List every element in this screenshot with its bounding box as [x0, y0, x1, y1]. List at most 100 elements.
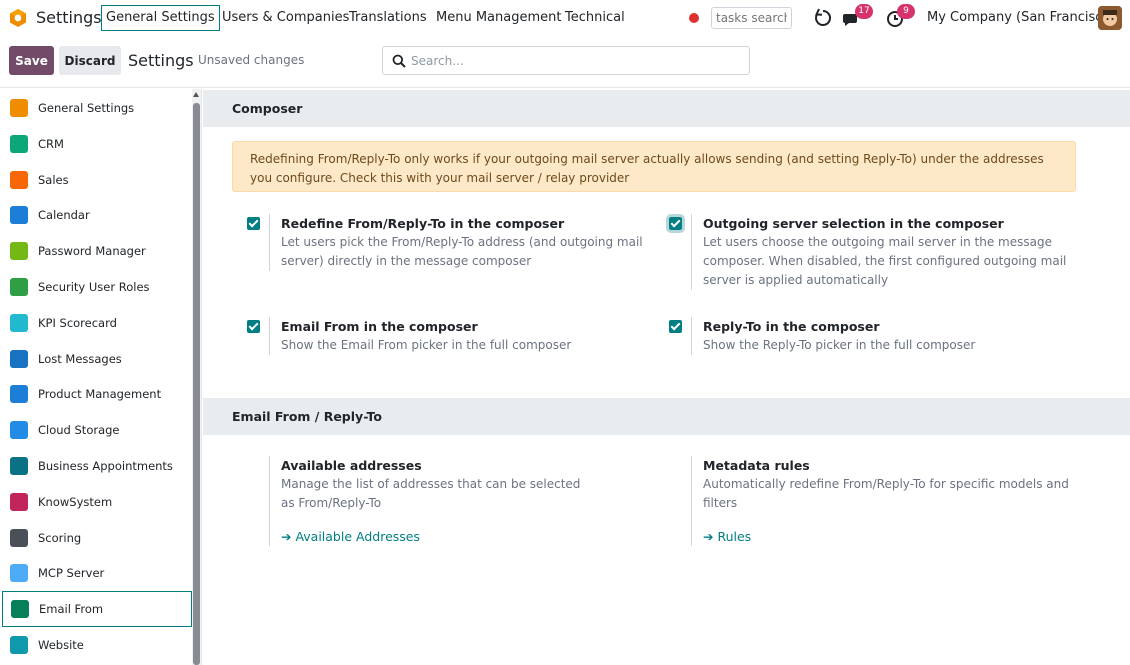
scroll-up-arrow-icon[interactable] — [193, 92, 199, 97]
sidebar-item-kpi-scorecard[interactable]: KPI Scorecard — [2, 305, 192, 341]
app-title[interactable]: Settings — [36, 8, 102, 27]
record-indicator-icon[interactable] — [689, 13, 699, 23]
email-from-heading: Email From / Reply-To — [232, 409, 382, 424]
mcp-server-icon — [10, 564, 28, 583]
website-icon — [10, 636, 28, 654]
email-from-icon — [11, 600, 29, 619]
settings-sidebar: General Settings CRM Sales Calendar Password… — [0, 89, 202, 665]
sidebar-item-label: Email From — [39, 602, 104, 617]
password-manager-icon — [10, 242, 28, 261]
setting-description: Manage the list of addresses that can be… — [281, 477, 581, 510]
refresh-icon[interactable] — [813, 8, 833, 28]
sidebar-item-mcp-server[interactable]: MCP Server — [2, 555, 192, 591]
sidebar-item-label: KPI Scorecard — [38, 315, 117, 330]
menu-menu-management[interactable]: Menu Management — [436, 10, 561, 25]
sidebar-item-label: General Settings — [38, 101, 135, 115]
settings-search-box[interactable] — [382, 46, 750, 75]
sidebar-item-general-settings[interactable]: General Settings — [2, 90, 192, 126]
settings-app-icon — [10, 99, 28, 117]
setting-title: Redefine From/Reply-To in the composer — [281, 216, 565, 231]
sidebar-item-website[interactable]: Website — [2, 627, 192, 663]
sidebar-item-business-appointments[interactable]: Business Appointments — [2, 448, 192, 484]
activities-button[interactable]: 9 — [886, 4, 915, 28]
sidebar-item-scoring[interactable]: Scoring — [2, 520, 192, 556]
menu-users-companies[interactable]: Users & Companies — [222, 10, 349, 25]
page-title: Settings — [128, 51, 194, 70]
crm-icon — [10, 134, 28, 153]
sidebar-item-label: Scoring — [38, 530, 82, 545]
scroll-thumb[interactable] — [193, 103, 200, 665]
sidebar-item-label: Cloud Storage — [38, 423, 120, 438]
arrow-right-icon: ➔ — [281, 529, 296, 544]
sales-icon — [10, 170, 28, 189]
composer-warning-alert: Redefining From/Reply-To only works if y… — [232, 141, 1076, 192]
sidebar-item-label: Lost Messages — [38, 351, 122, 366]
top-navbar: Settings General Settings Users & Compan… — [0, 0, 1130, 36]
sidebar-item-label: Password Manager — [38, 244, 146, 259]
setting-description: Automatically redefine From/Reply-To for… — [703, 477, 1069, 510]
sidebar-item-crm[interactable]: CRM — [2, 126, 192, 162]
kpi-scorecard-icon — [10, 313, 28, 332]
available-addresses-link[interactable]: ➔ Available Addresses — [281, 527, 647, 546]
security-roles-icon — [10, 278, 28, 296]
menu-translations[interactable]: Translations — [349, 10, 427, 25]
sidebar-scrollbar[interactable] — [192, 89, 201, 665]
knowsystem-icon — [10, 492, 28, 511]
messages-button[interactable]: 17 — [842, 4, 873, 28]
settings-search-input[interactable] — [411, 51, 741, 71]
tasks-search-input[interactable] — [711, 7, 792, 29]
setting-title: Available addresses — [281, 458, 422, 473]
control-panel: Save Discard Settings Unsaved changes — [0, 36, 1130, 88]
sidebar-item-label: Sales — [38, 172, 69, 187]
arrow-right-icon: ➔ — [703, 529, 718, 544]
sidebar-item-label: MCP Server — [38, 566, 105, 581]
messages-badge: 17 — [855, 4, 873, 19]
user-avatar[interactable] — [1098, 6, 1122, 30]
sidebar-item-label: Product Management — [38, 387, 162, 402]
sidebar-item-email-from[interactable]: Email From — [2, 591, 192, 628]
settings-app-icon[interactable] — [9, 8, 27, 28]
sidebar-item-label: Website — [38, 638, 84, 652]
cloud-storage-icon — [10, 421, 28, 440]
sidebar-item-security-user-roles[interactable]: Security User Roles — [2, 269, 192, 305]
discard-button[interactable]: Discard — [59, 46, 121, 75]
rules-link[interactable]: ➔ Rules — [703, 527, 1069, 546]
reply-to-checkbox[interactable] — [669, 320, 682, 333]
sidebar-item-lost-messages[interactable]: Lost Messages — [2, 341, 192, 377]
company-switcher[interactable]: My Company (San Francisco) — [927, 10, 1115, 25]
sidebar-item-label: Business Appointments — [38, 459, 173, 473]
setting-description: Let users pick the From/Reply-To address… — [281, 235, 643, 268]
sidebar-item-label: Calendar — [38, 208, 90, 223]
sidebar-item-cloud-storage[interactable]: Cloud Storage — [2, 412, 192, 448]
sidebar-item-label: KnowSystem — [38, 494, 113, 509]
settings-content: Composer Redefining From/Reply-To only w… — [203, 89, 1130, 665]
email-from-checkbox[interactable] — [247, 320, 260, 333]
lost-messages-icon — [10, 349, 28, 368]
menu-technical[interactable]: Technical — [565, 10, 625, 25]
sidebar-item-knowsystem[interactable]: KnowSystem — [2, 484, 192, 520]
setting-title: Reply-To in the composer — [703, 319, 880, 334]
composer-heading: Composer — [232, 101, 303, 116]
setting-title: Outgoing server selection in the compose… — [703, 216, 1004, 231]
sidebar-item-calendar[interactable]: Calendar — [2, 197, 192, 233]
setting-title: Metadata rules — [703, 458, 810, 473]
sidebar-item-password-manager[interactable]: Password Manager — [2, 233, 192, 269]
scoring-icon — [10, 528, 28, 547]
email-from-section-header: Email From / Reply-To — [203, 398, 1130, 435]
appointments-icon — [10, 457, 28, 475]
unsaved-changes-indicator: Unsaved changes — [198, 53, 305, 67]
product-management-icon — [10, 385, 28, 404]
menu-general-settings[interactable]: General Settings — [101, 5, 220, 31]
sidebar-item-sales[interactable]: Sales — [2, 162, 192, 198]
setting-description: Show the Email From picker in the full c… — [281, 338, 572, 352]
composer-section-header: Composer — [203, 90, 1130, 127]
setting-description: Show the Reply-To picker in the full com… — [703, 338, 976, 352]
sidebar-item-label: Security User Roles — [38, 280, 150, 294]
sidebar-item-product-management[interactable]: Product Management — [2, 376, 192, 412]
setting-description: Let users choose the outgoing mail serve… — [703, 235, 1067, 287]
redefine-from-checkbox[interactable] — [247, 217, 260, 230]
outgoing-server-checkbox[interactable] — [666, 214, 685, 233]
avatar-face-icon — [1098, 6, 1122, 30]
activities-badge: 9 — [897, 4, 915, 19]
save-button[interactable]: Save — [9, 46, 54, 75]
